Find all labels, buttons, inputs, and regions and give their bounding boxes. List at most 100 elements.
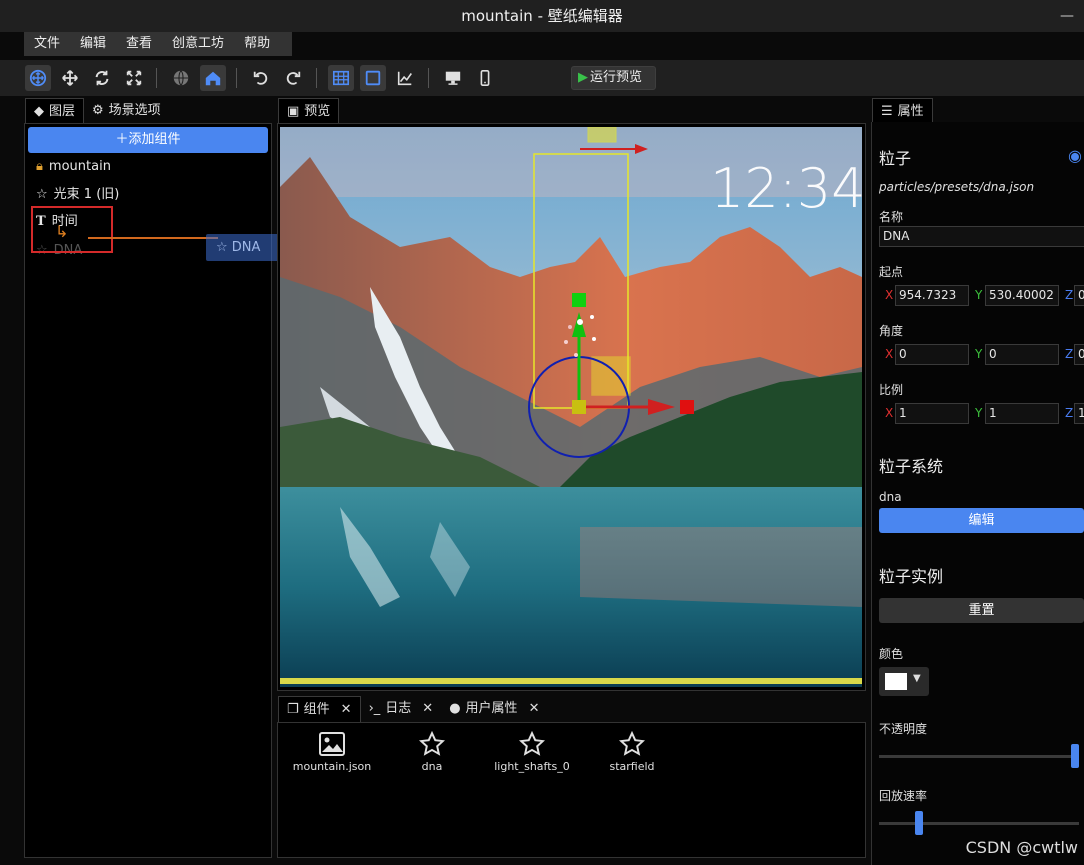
close-icon[interactable]: ✕ bbox=[341, 697, 352, 723]
color-label: 颜色 bbox=[879, 647, 904, 661]
menu-edit[interactable]: 编辑 bbox=[70, 32, 116, 56]
layers-icon: ◆ bbox=[34, 103, 44, 119]
component-dna[interactable]: dna bbox=[382, 730, 482, 773]
bottom-tabs: ❐ 组件 ✕ ›_ 日志 ✕ ● 用户属性 ✕ bbox=[278, 696, 547, 722]
close-icon[interactable]: ✕ bbox=[529, 696, 540, 722]
axis-y-label: Y bbox=[975, 406, 983, 420]
menu-help[interactable]: 帮助 bbox=[234, 32, 280, 56]
window-title: mountain - 壁纸编辑器 bbox=[461, 7, 623, 25]
menu-file[interactable]: 文件 bbox=[24, 32, 70, 56]
image-icon: ▣ bbox=[287, 103, 300, 119]
globe-icon[interactable] bbox=[168, 65, 194, 91]
drop-arrow-icon: ↳ bbox=[55, 222, 69, 241]
move-tool-icon[interactable] bbox=[57, 65, 83, 91]
undo-icon[interactable] bbox=[248, 65, 274, 91]
drop-target-highlight bbox=[31, 206, 113, 253]
axis-z-label: Z bbox=[1065, 347, 1074, 361]
playback-rate-label: 回放速率 bbox=[879, 789, 928, 803]
axis-x-label: X bbox=[885, 288, 894, 302]
origin-label: 起点 bbox=[879, 265, 904, 279]
mobile-icon[interactable] bbox=[472, 65, 498, 91]
opacity-label: 不透明度 bbox=[879, 722, 928, 736]
clock-text: 12:34 bbox=[710, 157, 862, 220]
tab-user-properties[interactable]: ● 用户属性 ✕ bbox=[441, 696, 547, 722]
particle-instance-heading: 粒子实例 bbox=[879, 567, 944, 586]
origin-x-field[interactable]: 954.7323 bbox=[895, 285, 969, 306]
component-mountain-json[interactable]: mountain.json bbox=[282, 730, 382, 773]
origin-z-field[interactable]: 0 bbox=[1074, 285, 1084, 306]
axis-z-label: Z bbox=[1065, 288, 1074, 302]
watermark: CSDN @cwtlw bbox=[965, 838, 1078, 857]
menu-workshop[interactable]: 创意工坊 bbox=[162, 32, 234, 56]
redo-icon[interactable] bbox=[280, 65, 306, 91]
reset-button[interactable]: 重置 bbox=[879, 598, 1084, 623]
scale-label: 比例 bbox=[879, 383, 904, 397]
tab-properties[interactable]: ☰ 属性 bbox=[872, 98, 933, 124]
scale-tool-icon[interactable] bbox=[121, 65, 147, 91]
scale-x-field[interactable]: 1 bbox=[895, 403, 969, 424]
desktop-icon[interactable] bbox=[440, 65, 466, 91]
scale-z-field[interactable]: 1 bbox=[1074, 403, 1084, 424]
layer-item-light-shafts[interactable]: ☆ 光束 1 (旧) bbox=[36, 184, 119, 206]
home-icon[interactable] bbox=[200, 65, 226, 91]
close-icon[interactable]: ✕ bbox=[422, 696, 433, 722]
name-label: 名称 bbox=[879, 210, 904, 224]
playback-rate-slider-handle[interactable] bbox=[915, 811, 923, 835]
plus-icon: ＋ bbox=[115, 132, 129, 147]
tab-preview[interactable]: ▣ 预览 bbox=[278, 98, 340, 124]
axis-z-label: Z bbox=[1065, 406, 1074, 420]
angle-label: 角度 bbox=[879, 324, 904, 338]
chevron-down-icon: ▼ bbox=[913, 673, 921, 684]
edit-button[interactable]: 编辑 bbox=[879, 508, 1084, 533]
axis-y-label: Y bbox=[975, 347, 983, 361]
properties-heading: 粒子 bbox=[879, 149, 912, 168]
axis-x-label: X bbox=[885, 406, 894, 420]
origin-y-field[interactable]: 530.40002 bbox=[985, 285, 1059, 306]
opacity-slider-handle[interactable] bbox=[1071, 744, 1079, 768]
star-icon: ☆ bbox=[216, 240, 228, 255]
grid-icon[interactable] bbox=[328, 65, 354, 91]
graph-icon[interactable] bbox=[392, 65, 418, 91]
toolbar bbox=[0, 60, 1084, 96]
component-starfield[interactable]: starfield bbox=[582, 730, 682, 773]
preview-canvas[interactable]: 12:34 bbox=[280, 127, 862, 687]
particle-system-heading: 粒子系统 bbox=[879, 457, 944, 476]
preset-path: particles/presets/dna.json bbox=[879, 180, 1035, 194]
opacity-slider[interactable] bbox=[879, 755, 1079, 758]
eye-icon[interactable]: ◉ bbox=[1068, 146, 1082, 165]
tab-components[interactable]: ❐ 组件 ✕ bbox=[278, 696, 361, 722]
window-title-bar: mountain - 壁纸编辑器 — bbox=[0, 0, 1084, 32]
angle-y-field[interactable]: 0 bbox=[985, 344, 1059, 365]
rotate-tool-icon[interactable] bbox=[89, 65, 115, 91]
name-field[interactable]: DNA bbox=[879, 226, 1084, 247]
image-icon bbox=[282, 730, 382, 758]
color-swatch bbox=[885, 673, 907, 690]
preview-tabs: ▣ 预览 bbox=[278, 98, 340, 124]
star-icon bbox=[482, 730, 582, 758]
minimize-button[interactable]: — bbox=[1060, 0, 1074, 32]
particle-system-name: dna bbox=[879, 490, 902, 504]
angle-x-field[interactable]: 0 bbox=[895, 344, 969, 365]
axis-y-label: Y bbox=[975, 288, 983, 302]
color-picker[interactable]: ▼ bbox=[879, 667, 929, 696]
axis-x-label: X bbox=[885, 347, 894, 361]
component-light-shafts[interactable]: light_shafts_0 bbox=[482, 730, 582, 773]
tab-layers[interactable]: ◆ 图层 bbox=[25, 98, 85, 124]
select-tool-icon[interactable] bbox=[25, 65, 51, 91]
layers-tabs: ◆ 图层 ⚙ 场景选项 bbox=[25, 98, 169, 124]
tab-scene-options[interactable]: ⚙ 场景选项 bbox=[84, 98, 169, 124]
run-preview-button[interactable]: ▶ 运行预览 bbox=[571, 66, 656, 90]
layer-item-mountain[interactable]: 🔒︎ mountain bbox=[36, 156, 111, 178]
copy-icon: ❐ bbox=[287, 701, 299, 717]
playback-rate-slider[interactable] bbox=[879, 822, 1079, 825]
lock-icon: 🔒︎ bbox=[36, 159, 43, 174]
bounds-icon[interactable] bbox=[360, 65, 386, 91]
menu-view[interactable]: 查看 bbox=[116, 32, 162, 56]
angle-z-field[interactable]: 0 bbox=[1074, 344, 1084, 365]
scale-y-field[interactable]: 1 bbox=[985, 403, 1059, 424]
add-component-button[interactable]: ＋添加组件 bbox=[28, 127, 268, 153]
terminal-icon: ›_ bbox=[368, 701, 381, 716]
properties-tabs: ☰ 属性 bbox=[872, 98, 933, 124]
tab-log[interactable]: ›_ 日志 ✕ bbox=[361, 696, 442, 722]
star-icon: ☆ bbox=[36, 187, 48, 202]
